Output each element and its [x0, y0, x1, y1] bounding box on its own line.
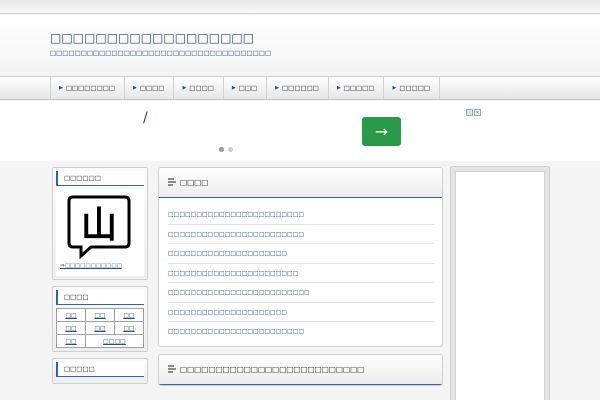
calendar-cell[interactable]: □□	[56, 321, 86, 335]
list-icon	[168, 364, 176, 374]
triangle-right-icon: ▶	[392, 85, 397, 91]
ad-banner[interactable]: / → ⓘ ✕	[0, 101, 600, 161]
post-link[interactable]: □□□□□□□□□□□□□□□□□□□□□□□□	[168, 205, 434, 225]
third-widget-title: □□□□□	[56, 362, 144, 377]
calendar-cell[interactable]: □□	[85, 321, 115, 335]
post-link[interactable]: □□□□□□□□□□□□□□□□□□□□□□□□	[168, 225, 434, 244]
carousel-dot[interactable]	[228, 147, 233, 152]
right-ad-slot	[455, 171, 545, 400]
second-box: □□□□□□□□□□□□□□□□□□□□□□□□□□	[158, 353, 443, 386]
calendar-cell[interactable]: □□	[114, 321, 144, 335]
recent-posts-box: □□□□ □□□□□□□□□□□□□□□□□□□□□□□□ □□□□□□□□□□…	[158, 167, 443, 347]
calendar-cell[interactable]: □□	[85, 308, 115, 322]
calendar-cell[interactable]: □□	[56, 308, 86, 322]
profile-widget: □□□□□□ 山 ⇒□□□□□□□□□□□	[52, 167, 148, 280]
triangle-right-icon: ▶	[336, 85, 341, 91]
carousel-dots	[219, 147, 233, 152]
triangle-right-icon: ▶	[182, 85, 187, 91]
site-description: □□□□□□□□□□□□□□□□□□□□□□□□□□□□□□□□□□□□	[50, 49, 272, 57]
main-content: □□□□ □□□□□□□□□□□□□□□□□□□□□□□□ □□□□□□□□□□…	[158, 167, 443, 393]
svg-text:山: 山	[81, 205, 117, 246]
right-sidebar	[450, 166, 550, 400]
nav-item-7[interactable]: ▶ □□□□□	[384, 77, 441, 99]
profile-widget-title: □□□□□□	[56, 171, 144, 186]
post-link[interactable]: □□□□□□□□□□□□□□□□□□□□□□□□	[168, 322, 434, 342]
nav-item-5[interactable]: ▶ □□□□□□	[267, 77, 329, 99]
site-header: □□□□□□□□□□□□□□□□□□ □□□□□□□□□□□□□□□□□□□□□…	[0, 15, 600, 75]
triangle-right-icon: ▶	[231, 85, 236, 91]
calendar-cell[interactable]: □□	[56, 334, 86, 348]
recent-posts-header: □□□□	[159, 168, 442, 198]
recent-posts-title: □□□□	[180, 178, 209, 187]
post-link[interactable]: □□□□□□□□□□□□□□□□□□□□□	[168, 244, 434, 264]
info-icon[interactable]: ⓘ	[466, 109, 473, 116]
recent-posts-list: □□□□□□□□□□□□□□□□□□□□□□□□ □□□□□□□□□□□□□□□…	[159, 198, 442, 346]
calendar-cell[interactable]: □□	[114, 308, 144, 322]
top-stripe	[0, 0, 600, 14]
calendar-table: □□ □□ □□ □□ □□ □□ □□ □□□□	[56, 308, 144, 348]
second-box-header: □□□□□□□□□□□□□□□□□□□□□□□□□□	[159, 354, 442, 385]
ad-choices[interactable]: ⓘ ✕	[466, 109, 481, 116]
global-nav: ▶ □□□□□□□□ ▶ □□□□ ▶ □□□□ ▶ □□□ ▶ □□□□□□ ▶ □□□□…	[0, 76, 600, 100]
second-box-title: □□□□□□□□□□□□□□□□□□□□□□□□□□	[180, 364, 365, 374]
nav-item-1[interactable]: ▶ □□□□□□□□	[51, 77, 125, 99]
profile-link[interactable]: ⇒□□□□□□□□□□□	[60, 263, 122, 269]
close-icon[interactable]: ✕	[474, 109, 481, 116]
triangle-right-icon: ▶	[133, 85, 137, 91]
triangle-right-icon: ▶	[59, 85, 63, 91]
ad-text: /	[143, 110, 148, 126]
calendar-cell[interactable]: □□□□	[85, 334, 144, 348]
calendar-widget: □□□□ □□ □□ □□ □□ □□ □□ □□ □□□□	[52, 286, 148, 352]
third-widget: □□□□□	[52, 358, 148, 384]
triangle-right-icon: ▶	[275, 85, 280, 91]
mountain-kanji-icon: 山	[67, 195, 131, 259]
nav-item-2[interactable]: ▶ □□□□	[125, 77, 175, 99]
ad-arrow-button[interactable]: →	[362, 117, 401, 146]
post-link[interactable]: □□□□□□□□□□□□□□□□□□□□□	[168, 303, 434, 322]
nav-item-6[interactable]: ▶ □□□□□	[329, 77, 385, 99]
list-icon	[168, 178, 176, 187]
calendar-widget-title: □□□□	[56, 290, 144, 305]
arrow-right-icon: →	[374, 122, 389, 141]
carousel-dot-active[interactable]	[219, 147, 224, 152]
nav-item-3[interactable]: ▶ □□□□	[174, 77, 224, 99]
site-title[interactable]: □□□□□□□□□□□□□□□□□□	[50, 31, 254, 45]
left-sidebar: □□□□□□ 山 ⇒□□□□□□□□□□□ □□□□ □□ □□ □□ □□ □…	[52, 167, 148, 390]
nav-item-4[interactable]: ▶ □□□	[224, 77, 268, 99]
post-link[interactable]: □□□□□□□□□□□□□□□□□□□□□□□	[168, 264, 434, 283]
post-link[interactable]: □□□□□□□□□□□□□□□□□□□□□□□□□	[168, 283, 434, 303]
